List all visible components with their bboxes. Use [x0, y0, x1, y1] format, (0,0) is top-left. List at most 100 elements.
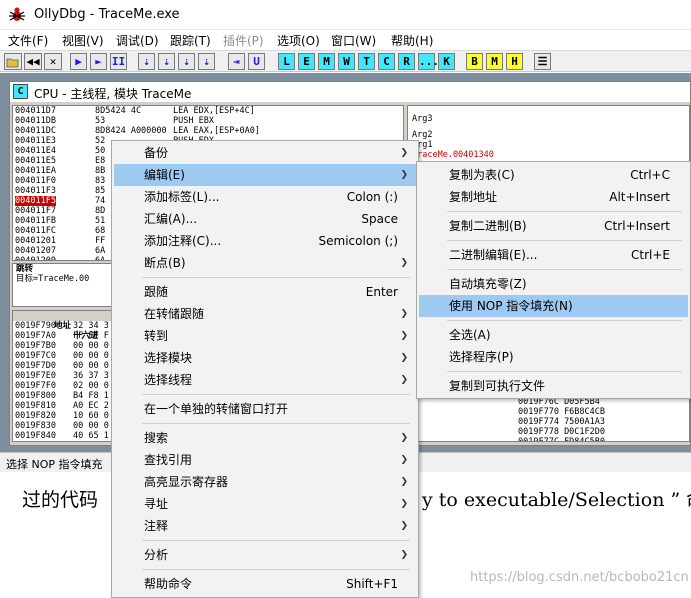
trace-into-button[interactable]: ⇣: [178, 53, 195, 70]
context-menu-item[interactable]: 高亮显示寄存器 ❯: [114, 471, 416, 493]
edit-submenu-item-label: 复制二进制(B): [449, 219, 527, 233]
disasm-hex: 8D: [95, 206, 106, 216]
context-menu-item[interactable]: 转到 ❯: [114, 325, 416, 347]
edit-submenu-item[interactable]: 复制为表(C) Ctrl+C: [419, 164, 688, 186]
context-menu-item[interactable]: 在一个单独的转储窗口打开: [114, 398, 416, 420]
dump-address: 0019F7D0: [15, 361, 56, 371]
pause-button[interactable]: II: [110, 53, 127, 70]
disasm-address: 004011E5: [15, 156, 56, 166]
context-menu-item[interactable]: 选择线程 ❯: [114, 369, 416, 391]
disasm-address: 004011DB: [15, 116, 56, 126]
edit-submenu-item-shortcut: Ctrl+C: [630, 168, 670, 182]
context-menu-item[interactable]: 备份 ❯: [114, 142, 416, 164]
menu-separator: [447, 320, 682, 321]
execute-till-user-code-button[interactable]: U: [248, 53, 265, 70]
run-thread-button[interactable]: ►: [90, 53, 107, 70]
windows-window-button[interactable]: W: [338, 53, 355, 70]
context-menu-item[interactable]: 汇编(A)... Space: [114, 208, 416, 230]
execute-till-return-button[interactable]: ⇥: [228, 53, 245, 70]
edit-submenu-item[interactable]: 全选(A): [419, 324, 688, 346]
edit-submenu: 复制为表(C) Ctrl+C 复制地址 Alt+Insert 复制二进制(B) Ctrl+…: [416, 161, 691, 399]
menu-view[interactable]: 视图(V): [62, 32, 104, 49]
context-menu-item[interactable]: 编辑(E) ❯: [114, 164, 416, 186]
stack-row[interactable]: 0019F774 7500A1A3: [518, 417, 605, 427]
edit-submenu-item[interactable]: 二进制编辑(E)... Ctrl+E: [419, 244, 688, 266]
context-menu-item[interactable]: 搜索 ❯: [114, 427, 416, 449]
disasm-address: 004011E3: [15, 136, 56, 146]
run-trace-window-button[interactable]: ...: [418, 53, 439, 70]
memory-breakpoints-button[interactable]: M: [486, 53, 503, 70]
menu-debug[interactable]: 调试(D): [116, 32, 159, 49]
close-icon[interactable]: ✕: [44, 53, 62, 70]
list-icon[interactable]: ☰: [534, 53, 551, 70]
context-menu-item[interactable]: 分析 ❯: [114, 544, 416, 566]
context-menu-item[interactable]: 寻址 ❯: [114, 493, 416, 515]
edit-submenu-item[interactable]: 复制二进制(B) Ctrl+Insert: [419, 215, 688, 237]
step-over-button[interactable]: ⇣: [158, 53, 175, 70]
stack-row[interactable]: 0019F770 F6B8C4CB: [518, 407, 605, 417]
menu-trace[interactable]: 跟踪(T): [170, 32, 211, 49]
disasm-row[interactable]: 004011D7 8D5424 4C LEA EDX,[ESP+4C]: [13, 106, 403, 116]
disasm-hex: 83: [95, 176, 106, 186]
dump-address: 0019F800: [15, 391, 56, 401]
disasm-hex: 85: [95, 186, 106, 196]
chevron-right-icon: ❯: [400, 455, 408, 465]
menu-help[interactable]: 帮助(H): [391, 32, 433, 49]
context-menu-item[interactable]: 帮助命令 Shift+F1: [114, 573, 416, 595]
context-menu-item-label: 查找引用: [144, 453, 193, 467]
edit-submenu-item[interactable]: 选择程序(P): [419, 346, 688, 368]
threads-window-button[interactable]: T: [358, 53, 375, 70]
edit-submenu-item[interactable]: 复制地址 Alt+Insert: [419, 186, 688, 208]
context-menu-item[interactable]: 选择模块 ❯: [114, 347, 416, 369]
menu-window[interactable]: 窗口(W): [331, 32, 376, 49]
disasm-row[interactable]: 004011DC 8D8424 A000000 LEA EAX,[ESP+0A0]: [13, 126, 403, 136]
edit-submenu-item[interactable]: 使用 NOP 指令填充(N): [419, 295, 688, 317]
memory-window-button[interactable]: M: [318, 53, 335, 70]
dump-address: 0019F7F0: [15, 381, 56, 391]
context-menu-item[interactable]: 断点(B) ❯: [114, 252, 416, 274]
trace-over-button[interactable]: ⇣: [198, 53, 215, 70]
disasm-row[interactable]: 004011DB 53 PUSH EBX: [13, 116, 403, 126]
context-menu-item-shortcut: Colon (:): [346, 190, 398, 204]
dump-hex: 10 60 0: [73, 411, 109, 421]
menu-plugins[interactable]: 插件(P): [223, 32, 264, 49]
context-menu-item-label: 分析: [144, 548, 169, 562]
breakpoints-window-button[interactable]: B: [466, 53, 483, 70]
context-menu-item[interactable]: 跟随 Enter: [114, 281, 416, 303]
cpu-window-button[interactable]: C: [378, 53, 395, 70]
disasm-address: 00401201: [15, 236, 56, 246]
cpu-window-title: CPU - 主线程, 模块 TraceMe: [34, 87, 192, 101]
context-menu-item[interactable]: 添加注释(C)... Semicolon (;): [114, 230, 416, 252]
context-menu-item[interactable]: 添加标签(L)... Colon (:): [114, 186, 416, 208]
step-into-button[interactable]: ⇣: [138, 53, 155, 70]
chevron-right-icon: ❯: [400, 353, 408, 363]
edit-submenu-item-label: 全选(A): [449, 328, 491, 342]
menu-file[interactable]: 文件(F): [8, 32, 48, 49]
dump-address: 0019F820: [15, 411, 56, 421]
edit-submenu-item-shortcut: Ctrl+E: [631, 248, 670, 262]
modules-window-button[interactable]: E: [298, 53, 315, 70]
references-window-button[interactable]: R: [398, 53, 415, 70]
context-menu-item-shortcut: Semicolon (;): [318, 234, 398, 248]
dump-hex: 02 00 0: [73, 381, 109, 391]
edit-submenu-item-label: 自动填充零(Z): [449, 277, 527, 291]
call-stack-window-button[interactable]: K: [438, 53, 455, 70]
edit-submenu-item[interactable]: 自动填充零(Z): [419, 273, 688, 295]
stack-row[interactable]: 0019F77C FD84C5B0: [518, 437, 605, 441]
open-icon[interactable]: [4, 53, 22, 70]
disasm-hex: 8B: [95, 166, 106, 176]
context-menu-item[interactable]: 注释 ❯: [114, 515, 416, 537]
context-menu-item[interactable]: 在转储跟随 ❯: [114, 303, 416, 325]
context-menu-item-label: 编辑(E): [144, 168, 185, 182]
menu-options[interactable]: 选项(O): [277, 32, 320, 49]
hardware-breakpoints-button[interactable]: H: [506, 53, 523, 70]
menu-separator: [447, 269, 682, 270]
disasm-address: 004011E4: [15, 146, 56, 156]
context-menu-item[interactable]: 查找引用 ❯: [114, 449, 416, 471]
log-window-button[interactable]: L: [278, 53, 295, 70]
stack-row[interactable]: 0019F778 D0C1F2D0: [518, 427, 605, 437]
run-button[interactable]: ▶: [70, 53, 87, 70]
stack-address: 0019F774: [518, 417, 565, 427]
edit-submenu-item[interactable]: 复制到可执行文件: [419, 375, 688, 397]
restart-icon[interactable]: ◀◀: [24, 53, 42, 70]
